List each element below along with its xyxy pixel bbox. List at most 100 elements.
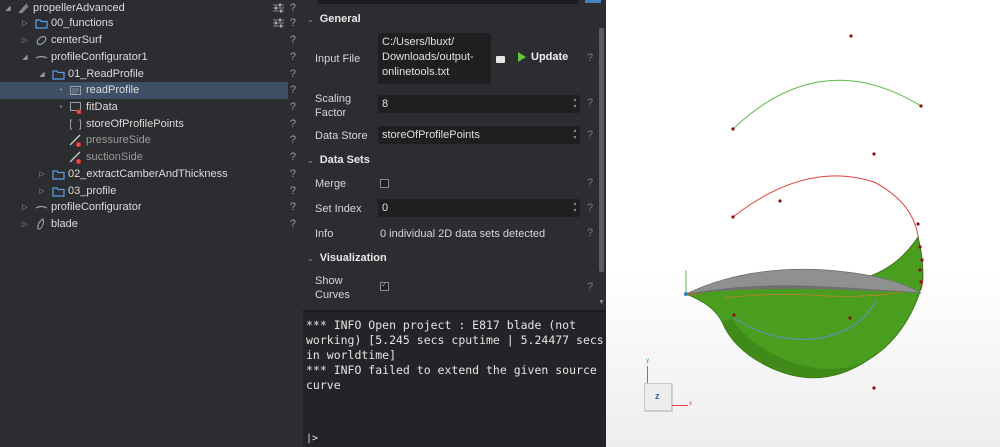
show-curves-checkbox[interactable] <box>380 280 389 291</box>
help-icon[interactable]: ? <box>290 84 296 97</box>
help-icon[interactable]: ? <box>290 51 296 64</box>
project-tree-panel: ◢ propellerAdvanced ? ▷ 00_functions ? ▷… <box>0 0 303 447</box>
tree-item-fitdata[interactable]: • ! fitData ? <box>0 99 303 116</box>
origin-point <box>684 292 688 296</box>
tree-item-profileconfigurator[interactable]: ▷ profileConfigurator ? <box>0 199 303 216</box>
help-icon[interactable]: ? <box>290 185 296 198</box>
set-index-input[interactable]: 0 ▴ ▾ <box>378 199 580 217</box>
settings-sliders-icon[interactable] <box>273 18 284 28</box>
input-file-line: Downloads/output- <box>382 51 474 63</box>
tree-item-01-readprofile[interactable]: ◢ 01_ReadProfile ? <box>0 66 303 83</box>
expand-arrow-icon[interactable]: ▷ <box>21 221 29 229</box>
tree-item-readprofile[interactable]: • readProfile <box>0 82 288 99</box>
control-point[interactable] <box>778 199 782 203</box>
control-point[interactable] <box>731 215 735 219</box>
collapse-chevron-icon[interactable]: ⌄ <box>307 254 314 263</box>
help-icon[interactable]: ? <box>290 17 296 30</box>
svg-text:!: ! <box>78 159 79 164</box>
control-point[interactable] <box>920 258 924 262</box>
info-label: Info <box>315 228 334 240</box>
help-icon[interactable]: ? <box>290 168 296 181</box>
section-general[interactable]: ⌄ General <box>307 13 361 25</box>
help-icon[interactable]: ? <box>587 97 593 109</box>
help-icon[interactable]: ? <box>587 129 593 141</box>
expand-arrow-icon[interactable]: ▷ <box>21 20 29 28</box>
section-visualization[interactable]: ⌄ Visualization <box>307 252 387 264</box>
expand-arrow-icon[interactable]: ▷ <box>21 204 29 212</box>
spin-arrows-icon[interactable]: ▴ ▾ <box>572 201 578 215</box>
help-icon[interactable]: ? <box>290 218 296 231</box>
data-store-icon <box>70 119 81 130</box>
tree-item-00-functions[interactable]: ▷ 00_functions ? <box>0 15 303 32</box>
blade-surface[interactable] <box>684 236 924 379</box>
curve-icon <box>35 55 48 59</box>
svg-text:!: ! <box>78 142 79 147</box>
control-point[interactable] <box>732 313 736 317</box>
expand-arrow-icon[interactable]: ▷ <box>21 37 29 45</box>
help-icon[interactable]: ? <box>290 2 296 15</box>
section-data-sets[interactable]: ⌄ Data Sets <box>307 154 370 166</box>
update-button[interactable]: Update <box>518 51 568 63</box>
control-point[interactable] <box>731 127 735 131</box>
orientation-cube-label: z <box>655 391 660 401</box>
control-point[interactable] <box>916 222 920 226</box>
scaling-factor-input[interactable]: 8 ▴ ▾ <box>378 95 580 113</box>
expand-arrow-icon[interactable]: ▷ <box>38 171 46 179</box>
help-icon[interactable]: ? <box>587 177 593 189</box>
control-point[interactable] <box>918 245 922 249</box>
data-store-select[interactable]: storeOfProfilePoints ▴ ▾ <box>378 126 580 144</box>
tree-item-label: readProfile <box>86 84 140 96</box>
settings-sliders-icon[interactable] <box>273 3 284 13</box>
help-icon[interactable]: ? <box>290 34 296 47</box>
control-point[interactable] <box>849 34 853 38</box>
help-icon[interactable]: ? <box>587 52 593 64</box>
console-panel[interactable]: *** INFO Open project : E817 blade (not … <box>303 310 606 447</box>
help-icon[interactable]: ? <box>290 201 296 214</box>
tree-item-02-extractcamberandthickness[interactable]: ▷ 02_extractCamberAndThickness ? <box>0 166 303 183</box>
control-point[interactable] <box>872 152 876 156</box>
tree-item-pressureside[interactable]: ! pressureSide ? <box>0 132 303 149</box>
expand-arrow-icon[interactable]: ◢ <box>38 71 46 79</box>
3d-viewport[interactable]: y z x <box>606 0 1000 447</box>
help-icon[interactable]: ? <box>290 101 296 114</box>
collapse-chevron-icon[interactable]: ⌄ <box>307 15 314 24</box>
control-point[interactable] <box>919 104 923 108</box>
browse-toggle-icon[interactable] <box>496 56 505 63</box>
scroll-down-arrow-icon[interactable]: ▼ <box>598 299 605 306</box>
tree-item-label: centerSurf <box>51 34 102 46</box>
tree-item-centersurf[interactable]: ▷ centerSurf ? <box>0 32 303 49</box>
folder-icon <box>52 170 65 180</box>
orientation-cube[interactable]: z <box>644 383 672 411</box>
tree-item-label: blade <box>51 218 78 230</box>
expand-arrow-icon[interactable]: ◢ <box>4 5 12 13</box>
help-icon[interactable]: ? <box>587 202 593 214</box>
tree-item-storeofprofilepoints[interactable]: storeOfProfilePoints ? <box>0 116 303 133</box>
help-icon[interactable]: ? <box>290 134 296 147</box>
expand-arrow-icon[interactable]: ▷ <box>38 188 46 196</box>
help-icon[interactable]: ? <box>290 118 296 131</box>
collapse-chevron-icon[interactable]: ⌄ <box>307 156 314 165</box>
control-point[interactable] <box>918 268 922 272</box>
control-point[interactable] <box>919 280 923 284</box>
input-file-field[interactable]: C:/Users/lbuxt/ Downloads/output- online… <box>378 33 491 84</box>
header-strip <box>318 0 578 4</box>
expand-arrow-icon[interactable]: ◢ <box>21 54 29 62</box>
merge-checkbox[interactable] <box>380 179 389 188</box>
tree-item-suctionside[interactable]: ! suctionSide ? <box>0 149 303 166</box>
header-accent <box>585 0 601 3</box>
tree-item-03-profile[interactable]: ▷ 03_profile ? <box>0 183 303 200</box>
help-icon[interactable]: ? <box>587 281 593 293</box>
help-icon[interactable]: ? <box>587 227 593 239</box>
control-point[interactable] <box>872 386 876 390</box>
gizmo-x-label: x <box>689 401 692 407</box>
spin-arrows-icon[interactable]: ▴ ▾ <box>572 97 578 111</box>
help-icon[interactable]: ? <box>290 68 296 81</box>
tree-item-profileconfigurator1[interactable]: ◢ profileConfigurator1 ? <box>0 49 303 66</box>
tree-item-blade[interactable]: ▷ blade ? <box>0 216 303 233</box>
control-point[interactable] <box>848 316 852 320</box>
console-prompt[interactable]: |> <box>306 433 318 444</box>
help-icon[interactable]: ? <box>290 151 296 164</box>
info-value: 0 individual 2D data sets detected <box>380 228 546 240</box>
properties-scrollbar[interactable] <box>599 28 604 272</box>
dropdown-arrows-icon[interactable]: ▴ ▾ <box>572 128 578 142</box>
